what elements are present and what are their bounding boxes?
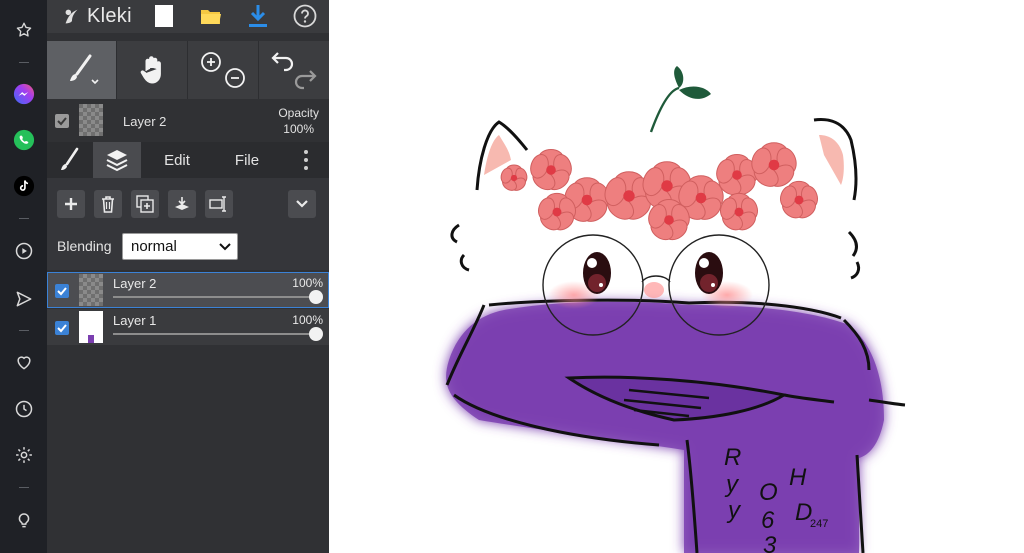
rename-icon <box>209 196 226 212</box>
drawing-canvas[interactable]: R y y O 6 3 H D 247 <box>329 0 1024 553</box>
messenger-icon[interactable] <box>10 80 38 108</box>
merge-down-icon <box>175 197 189 210</box>
flower-blossom <box>780 180 818 219</box>
scarf-letter: R <box>724 444 741 471</box>
plus-icon <box>65 198 77 210</box>
layer-visibility-checkbox[interactable] <box>55 321 69 335</box>
duplicate-layer-button[interactable] <box>131 190 159 218</box>
new-image-icon[interactable] <box>150 3 178 29</box>
layer-row-layer-2[interactable]: Layer 2 100% <box>47 272 329 308</box>
layer-opacity-slider[interactable] <box>113 296 317 298</box>
layer-name: Layer 1 <box>113 313 157 328</box>
layer-visibility-checkbox[interactable] <box>55 114 69 128</box>
layer-options-dropdown[interactable] <box>288 190 316 218</box>
app-logo: Kleki <box>61 4 132 28</box>
more-vertical-icon <box>304 150 308 170</box>
panel-tabs: Edit File <box>47 142 329 178</box>
trash-icon <box>102 196 114 213</box>
tab-edit[interactable]: Edit <box>149 142 205 178</box>
brush-tool-button[interactable] <box>47 41 116 99</box>
layer-opacity-slider-handle[interactable] <box>309 290 323 304</box>
brush-icon <box>69 54 99 85</box>
chevron-down-icon <box>219 243 231 251</box>
tab-file[interactable]: File <box>223 142 271 178</box>
tiktok-icon[interactable] <box>10 172 38 200</box>
scarf-letter: y <box>724 471 740 498</box>
layer-row-layer-1[interactable]: Layer 1 100% <box>47 309 329 345</box>
layer-opacity-slider-handle[interactable] <box>309 327 323 341</box>
tab-layers[interactable] <box>93 142 141 178</box>
scarf-letter: 6 <box>761 507 775 534</box>
scarf-letter: O <box>759 479 778 506</box>
active-layer-thumbnail <box>79 104 103 136</box>
layer-thumbnail <box>79 274 103 306</box>
whatsapp-icon[interactable] <box>10 126 38 154</box>
lightbulb-icon[interactable] <box>10 506 38 534</box>
open-folder-icon[interactable] <box>197 3 225 29</box>
help-icon[interactable] <box>291 3 319 29</box>
layer-opacity-value: 100% <box>292 313 323 327</box>
opacity-label: Opacity <box>278 106 319 120</box>
flower-crown <box>649 66 711 133</box>
more-menu-button[interactable] <box>293 142 319 178</box>
active-layer-info: Layer 2 Opacity 100% <box>47 100 329 142</box>
blending-label: Blending <box>57 238 112 254</box>
send-icon[interactable] <box>10 285 38 313</box>
scarf-letter: H <box>789 464 807 491</box>
rename-layer-button[interactable] <box>205 190 233 218</box>
download-icon[interactable] <box>244 3 272 29</box>
zoom-buttons <box>188 41 258 99</box>
play-icon[interactable] <box>10 237 38 265</box>
heart-icon[interactable] <box>10 348 38 376</box>
opacity-readout[interactable]: Opacity 100% <box>278 105 319 137</box>
layer-toolbar: Blending normal <box>47 178 329 270</box>
layer-visibility-checkbox[interactable] <box>55 284 69 298</box>
hand-icon <box>140 56 161 84</box>
rail-separator <box>19 62 29 63</box>
brush-icon <box>61 147 79 170</box>
chevron-down-icon <box>296 200 308 208</box>
tab-brush[interactable] <box>47 142 93 178</box>
app-name: Kleki <box>87 4 132 27</box>
blending-select[interactable]: normal <box>122 233 238 260</box>
rail-separator <box>19 218 29 219</box>
merge-down-button[interactable] <box>168 190 196 218</box>
layer-opacity-slider[interactable] <box>113 333 317 335</box>
active-layer-name: Layer 2 <box>123 114 167 129</box>
undo-redo-buttons <box>259 41 329 99</box>
undo-redo-icon[interactable] <box>266 46 322 94</box>
opacity-value: 100% <box>283 122 314 136</box>
browser-side-rail <box>0 0 47 553</box>
clock-icon[interactable] <box>10 395 38 423</box>
layers-icon <box>106 150 128 172</box>
zoom-in-out-icon[interactable] <box>195 46 251 94</box>
layer-thumbnail <box>79 311 103 343</box>
settings-icon[interactable] <box>10 441 38 469</box>
layer-name: Layer 2 <box>113 276 157 291</box>
scarf-letter: y <box>726 497 742 524</box>
layer-opacity-value: 100% <box>292 276 323 290</box>
scarf-small-number: 247 <box>810 518 828 530</box>
rail-separator <box>19 487 29 488</box>
rail-separator <box>19 330 29 331</box>
scarf-letter: 3 <box>763 532 777 553</box>
flower-blossom <box>500 164 528 191</box>
hand-tool-button[interactable] <box>117 41 187 99</box>
top-bar: Kleki <box>47 0 329 33</box>
blending-value: normal <box>131 238 177 255</box>
kleki-logo-icon <box>65 9 78 24</box>
add-layer-button[interactable] <box>57 190 85 218</box>
duplicate-icon <box>136 195 154 213</box>
kleki-panel: Kleki Layer 2 Opacity 100% Edit File Ble… <box>47 0 329 553</box>
artwork-cat-with-flower-crown: R y y O 6 3 H D 247 <box>445 66 906 553</box>
tool-row <box>47 41 329 99</box>
delete-layer-button[interactable] <box>94 190 122 218</box>
flower-blossom <box>530 149 572 191</box>
star-icon[interactable] <box>10 16 38 44</box>
flower-blossom <box>720 192 758 231</box>
